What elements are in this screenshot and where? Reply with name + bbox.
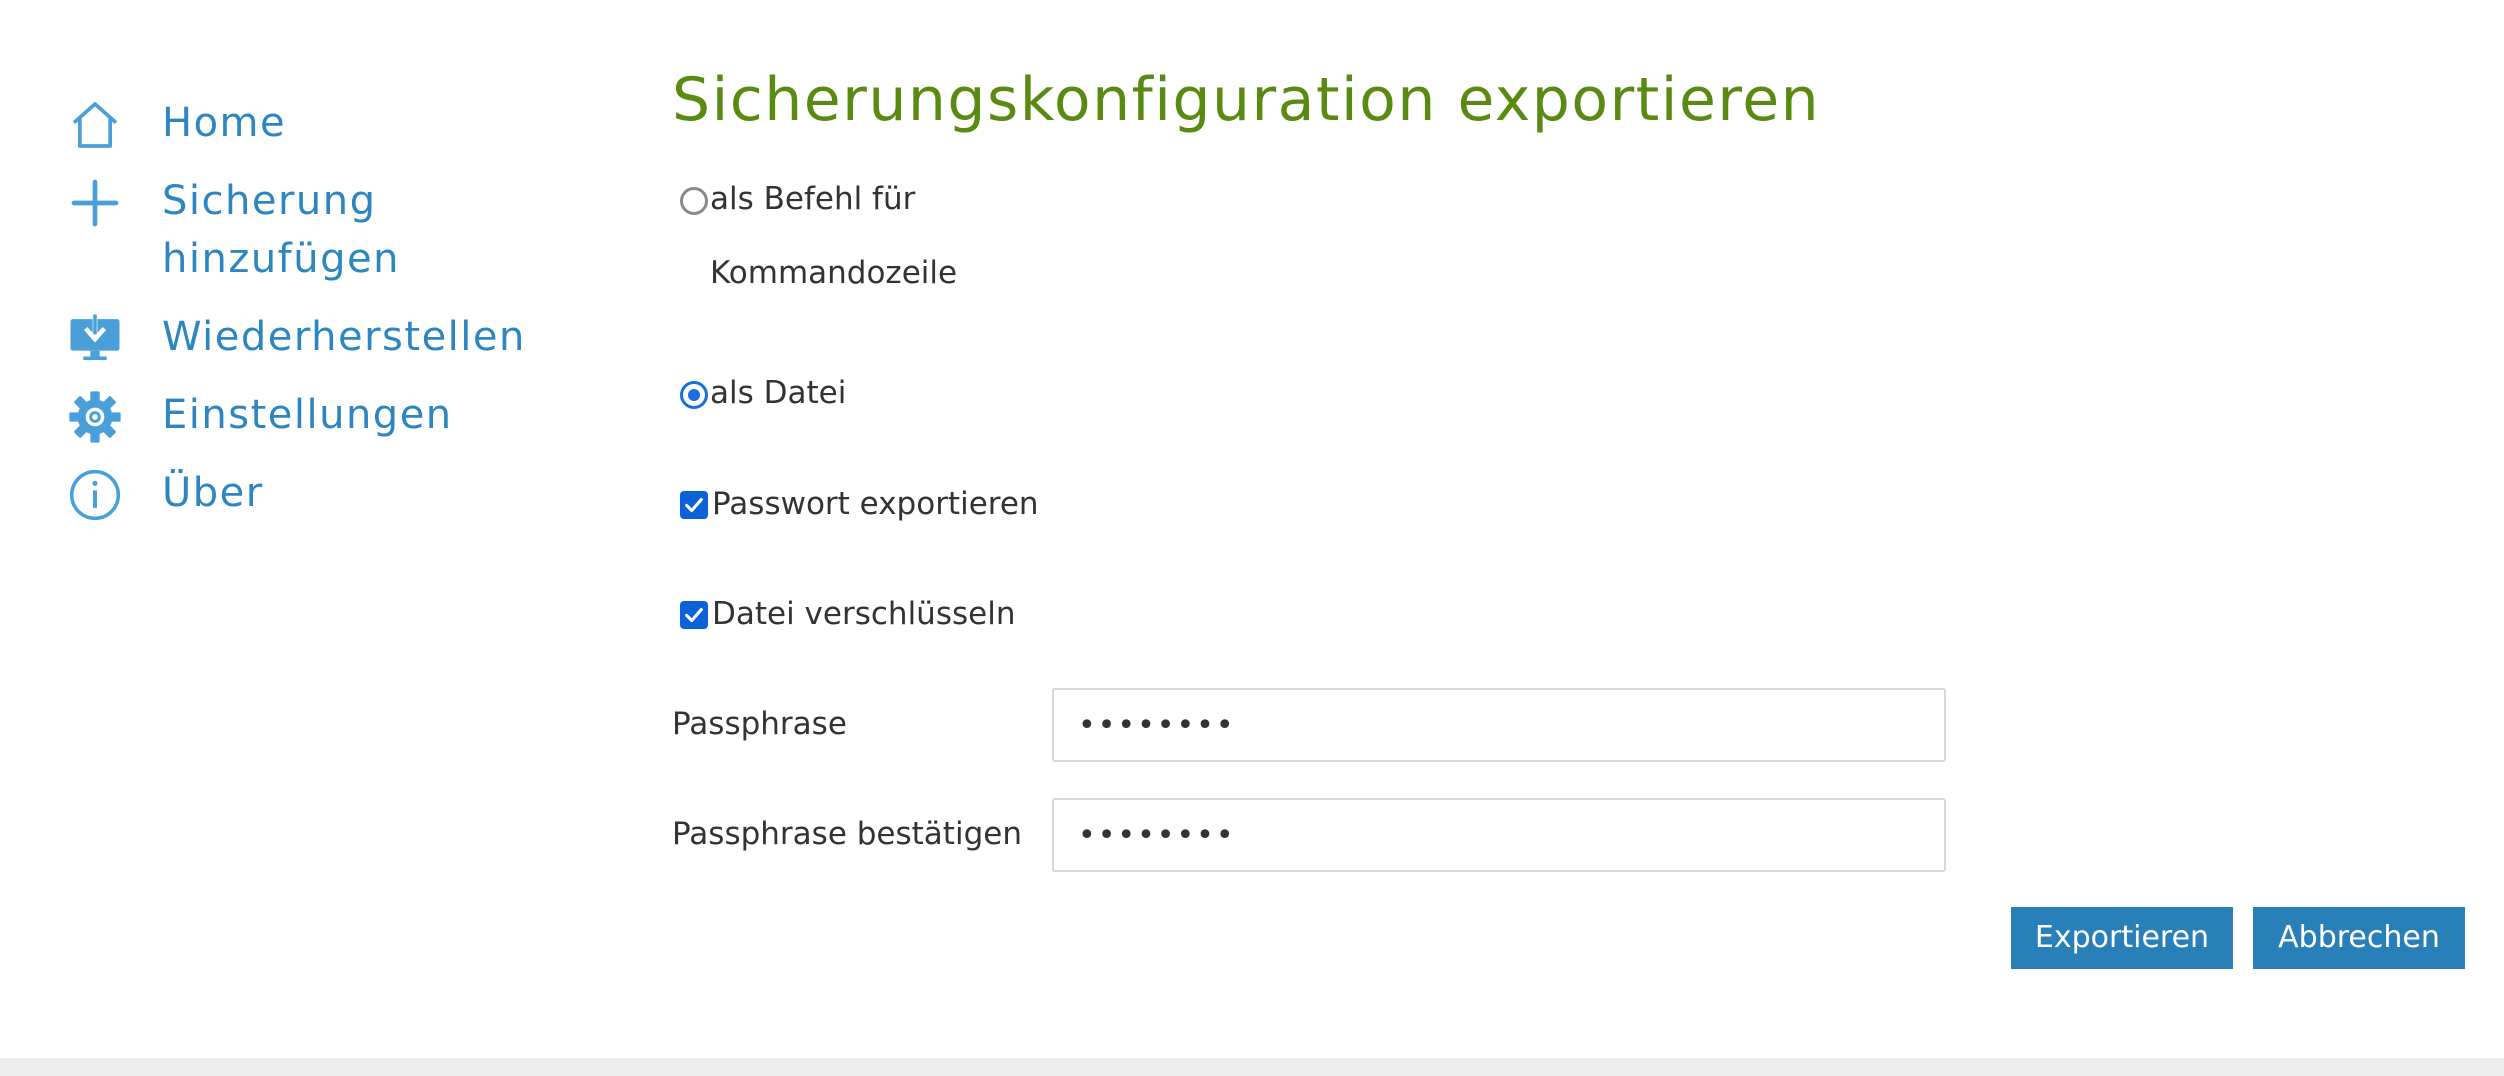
page-title: Sicherungskonfiguration exportieren: [672, 65, 1821, 135]
sidebar-item-label: Über: [162, 470, 264, 516]
sidebar-item-label: Wiederherstellen: [162, 314, 526, 360]
export-as-command-label-line2: Kommandozeile: [710, 255, 958, 291]
home-icon: [64, 94, 126, 156]
export-as-file-label: als Datei: [710, 375, 847, 411]
gear-icon: [64, 386, 126, 448]
footer-bar: [0, 1058, 2504, 1076]
checkmark-icon: [685, 497, 703, 513]
sidebar-item-about[interactable]: Über: [64, 464, 264, 526]
encrypt-file-option[interactable]: Datei verschlüsseln: [680, 594, 1015, 634]
export-as-file-radio[interactable]: [680, 381, 708, 409]
sidebar-item-label: Einstellungen: [162, 392, 453, 438]
sidebar-item-add-backup[interactable]: Sicherung hinzufügen: [64, 172, 400, 288]
passphrase-label: Passphrase: [672, 706, 847, 742]
export-password-label: Passwort exportieren: [712, 486, 1039, 522]
sidebar-item-home[interactable]: Home: [64, 94, 286, 156]
restore-monitor-icon: [64, 308, 126, 370]
plus-icon: [64, 172, 126, 234]
sidebar-item-restore[interactable]: Wiederherstellen: [64, 308, 526, 370]
encrypt-file-label: Datei verschlüsseln: [712, 596, 1016, 632]
export-as-command-radio-option[interactable]: als Befehl für Kommandozeile: [680, 179, 957, 293]
sidebar-item-label-line2: hinzufügen: [162, 236, 400, 282]
page: Home Sicherung hinzufügen Wiederherstell…: [0, 0, 2504, 1076]
sidebar-item-label: Sicherung: [162, 178, 377, 224]
sidebar-item-settings[interactable]: Einstellungen: [64, 386, 453, 448]
sidebar-item-label: Home: [162, 100, 287, 146]
checkmark-icon: [685, 607, 703, 623]
passphrase-confirm-input[interactable]: [1052, 798, 1946, 872]
export-as-command-label: als Befehl für: [710, 181, 916, 217]
export-password-checkbox[interactable]: [680, 491, 708, 519]
export-button[interactable]: Exportieren: [2011, 907, 2233, 969]
export-password-option[interactable]: Passwort exportieren: [680, 484, 1039, 524]
info-icon: [64, 464, 126, 526]
passphrase-input[interactable]: [1052, 688, 1946, 762]
export-as-command-radio[interactable]: [680, 187, 708, 215]
encrypt-file-checkbox[interactable]: [680, 601, 708, 629]
cancel-button[interactable]: Abbrechen: [2253, 907, 2465, 969]
passphrase-confirm-label: Passphrase bestätigen: [672, 816, 1022, 852]
export-as-file-radio-option[interactable]: als Datei: [680, 373, 846, 413]
